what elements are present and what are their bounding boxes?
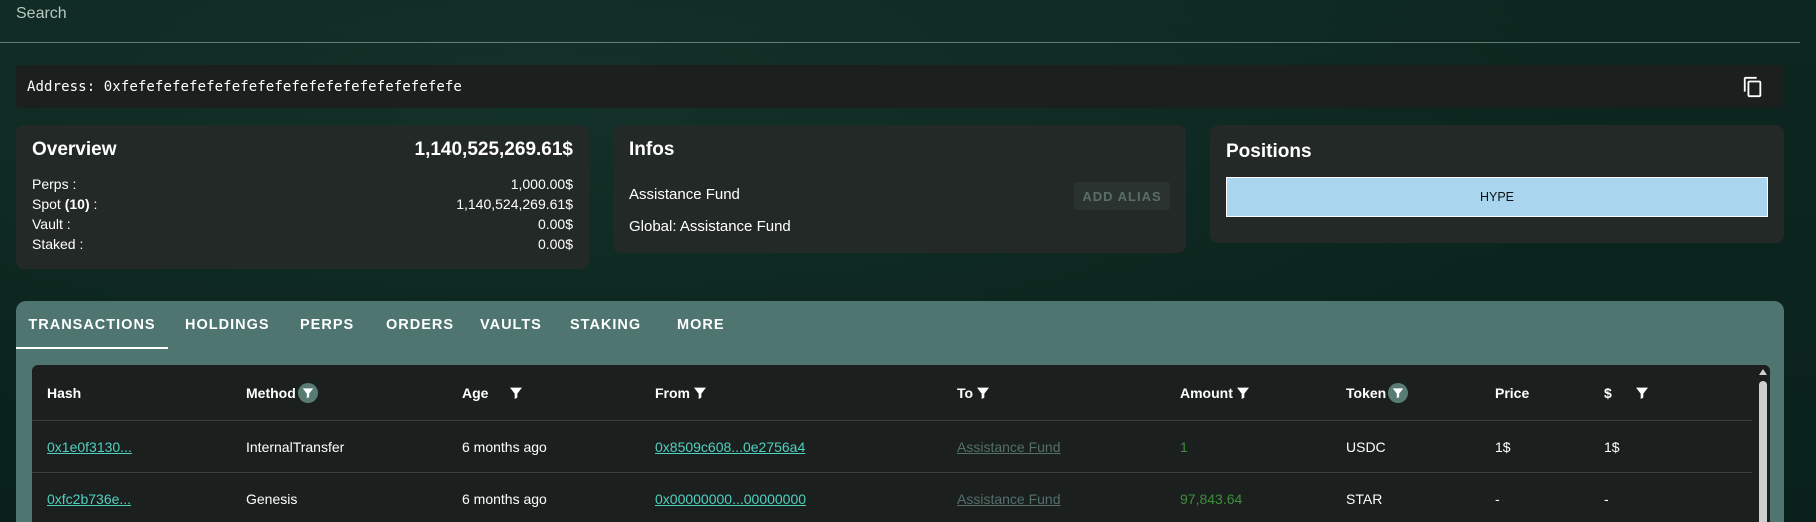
header-price: Price [1495, 365, 1529, 421]
positions-title: Positions [1226, 141, 1312, 162]
copy-icon[interactable] [1742, 76, 1764, 98]
filter-icon[interactable] [297, 383, 318, 403]
tab-staking[interactable]: STAKING [570, 301, 641, 349]
address-bar: Address: 0xfefefefefefefefefefefefefefef… [16, 65, 1784, 108]
header-label: From [655, 385, 690, 401]
search-placeholder[interactable]: Search [16, 5, 67, 23]
amount-cell: 97,843.64 [1180, 491, 1243, 507]
usd-cell: - [1604, 491, 1609, 507]
header-label: $ [1604, 385, 1612, 401]
amount-cell: 1 [1180, 439, 1188, 455]
overview-label: Vault : [32, 216, 71, 232]
header-label: Token [1346, 385, 1387, 401]
overview-row-staked: Staked : 0.00$ [32, 234, 573, 254]
header-label: Hash [47, 385, 82, 401]
age-cell: 6 months ago [462, 491, 547, 507]
overview-value: 1,000.00$ [510, 176, 573, 192]
tab-transactions[interactable]: TRANSACTIONS [16, 301, 168, 349]
infos-name: Assistance Fund [629, 186, 740, 203]
tab-more[interactable]: MORE [677, 301, 725, 349]
header-from: From [655, 365, 708, 421]
spot-label: Spot [32, 196, 65, 212]
table-row: 0xfc2b736e... Genesis 6 months ago 0x000… [32, 473, 1752, 522]
tab-bar: TRANSACTIONS HOLDINGS PERPS ORDERS VAULT… [16, 301, 1784, 349]
header-to: To [957, 365, 991, 421]
add-alias-button[interactable]: ADD ALIAS [1074, 182, 1170, 210]
overview-row-spot: Spot (10) : 1,140,524,269.61$ [32, 194, 573, 214]
transactions-table: Hash Method Age From To Amount Token Pri… [32, 365, 1770, 522]
price-cell: 1$ [1495, 439, 1511, 455]
filter-icon[interactable] [1388, 383, 1409, 403]
header-usd: $ [1604, 365, 1650, 421]
header-label: Method [246, 385, 296, 401]
token-cell: STAR [1346, 491, 1383, 507]
tabs-panel: TRANSACTIONS HOLDINGS PERPS ORDERS VAULT… [16, 301, 1784, 522]
header-hash: Hash [47, 365, 81, 421]
to-link[interactable]: Assistance Fund [957, 421, 1061, 473]
position-bar-hype[interactable]: HYPE [1226, 177, 1768, 217]
from-link[interactable]: 0x8509c608...0e2756a4 [655, 421, 805, 473]
tab-vaults[interactable]: VAULTS [480, 301, 542, 349]
filter-icon[interactable] [508, 385, 524, 401]
tab-holdings[interactable]: HOLDINGS [185, 301, 270, 349]
overview-label: Staked : [32, 236, 84, 252]
header-method: Method [246, 365, 318, 421]
overview-row-perps: Perps : 1,000.00$ [32, 174, 573, 194]
address-text: Address: 0xfefefefefefefefefefefefefefef… [27, 78, 462, 95]
filter-icon[interactable] [975, 385, 991, 401]
hash-link[interactable]: 0xfc2b736e... [47, 473, 131, 522]
overview-row-vault: Vault : 0.00$ [32, 214, 573, 234]
header-label: Amount [1180, 385, 1233, 401]
hash-link[interactable]: 0x1e0f3130... [47, 421, 132, 473]
tab-perps[interactable]: PERPS [300, 301, 354, 349]
spot-colon: : [89, 196, 98, 212]
filter-icon[interactable] [692, 385, 708, 401]
filter-icon[interactable] [1235, 385, 1251, 401]
positions-card: Positions HYPE [1210, 125, 1784, 243]
header-amount: Amount [1180, 365, 1251, 421]
overview-label: Spot (10) : [32, 196, 97, 212]
header-label: Price [1495, 385, 1530, 401]
from-link[interactable]: 0x00000000...00000000 [655, 473, 806, 522]
price-cell: - [1495, 491, 1500, 507]
search-bar[interactable]: Search [0, 0, 1800, 43]
filter-icon[interactable] [1634, 385, 1650, 401]
spot-count: (10) [64, 196, 90, 212]
usd-cell: 1$ [1604, 439, 1620, 455]
method-cell: Genesis [246, 491, 298, 507]
table-row: 0x1e0f3130... InternalTransfer 6 months … [32, 421, 1752, 473]
tab-orders[interactable]: ORDERS [386, 301, 454, 349]
scroll-up-arrow-icon[interactable] [1759, 369, 1767, 375]
header-label: Age [462, 385, 489, 401]
overview-title: Overview [32, 139, 117, 160]
table-scrollbar[interactable] [1756, 365, 1770, 522]
scroll-thumb[interactable] [1759, 381, 1767, 522]
header-label: To [957, 385, 974, 401]
overview-card: Overview 1,140,525,269.61$ Perps : 1,000… [16, 125, 589, 269]
method-cell: InternalTransfer [246, 439, 345, 455]
token-cell: USDC [1346, 439, 1386, 455]
overview-value: 1,140,524,269.61$ [456, 196, 573, 212]
infos-global: Global: Assistance Fund [629, 218, 791, 235]
age-cell: 6 months ago [462, 439, 547, 455]
table-header: Hash Method Age From To Amount Token Pri… [32, 365, 1752, 421]
infos-card: Infos Assistance Fund Global: Assistance… [613, 125, 1186, 253]
header-token: Token [1346, 365, 1409, 421]
to-link[interactable]: Assistance Fund [957, 473, 1061, 522]
header-age: Age [462, 365, 524, 421]
overview-label: Perps : [32, 176, 77, 192]
overview-value: 0.00$ [537, 236, 573, 252]
overview-value: 0.00$ [537, 216, 573, 232]
infos-title: Infos [629, 139, 675, 160]
overview-total: 1,140,525,269.61$ [414, 139, 574, 160]
